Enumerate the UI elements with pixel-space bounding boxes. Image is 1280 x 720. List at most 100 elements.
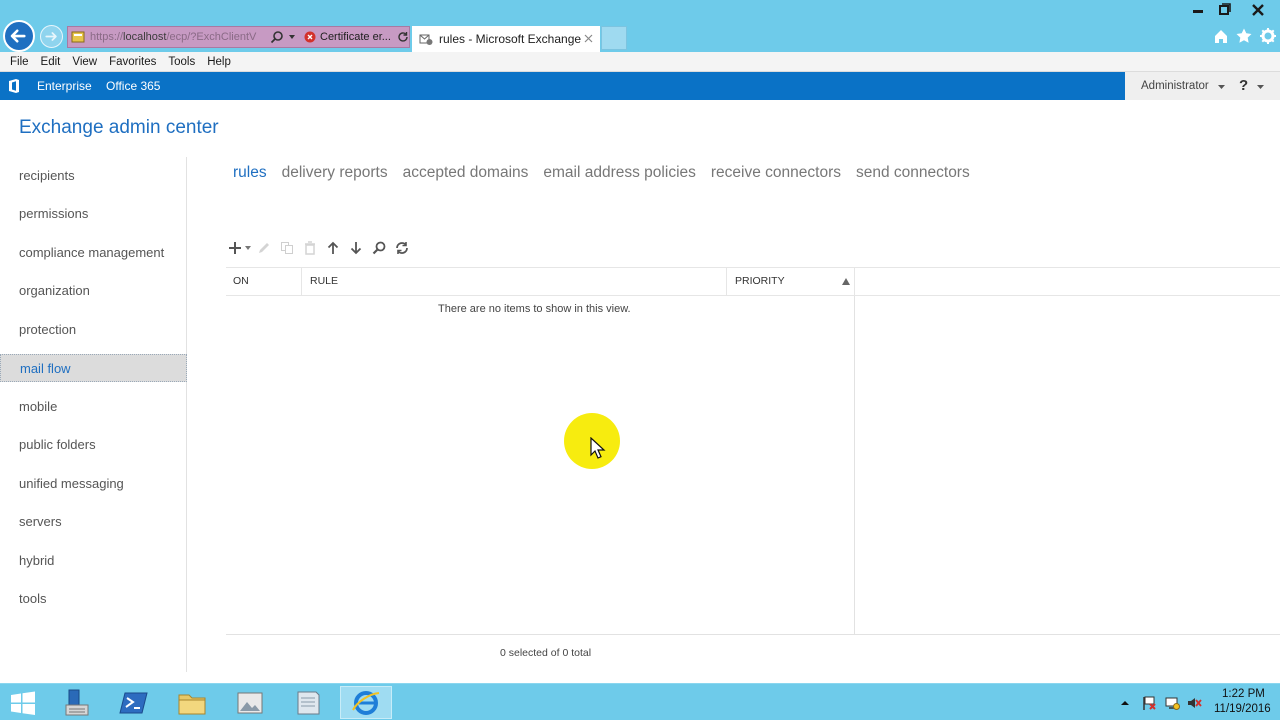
column-header-priority[interactable]: PRIORITY: [727, 268, 855, 295]
photos-icon: [237, 692, 263, 713]
tab-title: rules - Microsoft Exchange: [439, 32, 582, 46]
copy-button[interactable]: [275, 238, 298, 258]
taskbar-notepad[interactable]: [282, 686, 334, 719]
menu-edit[interactable]: Edit: [35, 52, 67, 72]
menu-tools[interactable]: Tools: [162, 52, 201, 72]
nav-item-tools[interactable]: tools: [0, 585, 187, 613]
restore-button[interactable]: [1210, 0, 1238, 20]
menu-view[interactable]: View: [66, 52, 103, 72]
column-header-on[interactable]: ON: [226, 268, 302, 295]
selection-status: 0 selected of 0 total: [500, 647, 592, 659]
column-header-rule[interactable]: RULE: [302, 268, 727, 295]
nav-item-organization[interactable]: organization: [0, 277, 187, 305]
browser-menubar: File Edit View Favorites Tools Help: [0, 52, 1280, 72]
delete-button[interactable]: [298, 238, 321, 258]
edit-button[interactable]: [252, 238, 275, 258]
office-logo-icon[interactable]: [6, 78, 22, 94]
forward-button[interactable]: [40, 25, 63, 48]
volume-muted-icon[interactable]: [1186, 695, 1202, 711]
chevron-down-icon[interactable]: [1256, 82, 1265, 91]
menu-favorites[interactable]: Favorites: [103, 52, 162, 72]
empty-state-message: There are no items to show in this view.: [438, 303, 631, 315]
grid-header: ON RULE PRIORITY: [226, 267, 1280, 296]
office-navbar: Enterprise Office 365 Administrator ?: [0, 72, 1280, 100]
details-pane-divider: [854, 296, 855, 635]
minimize-button[interactable]: [1184, 0, 1212, 20]
nav-item-mail-flow[interactable]: mail flow: [0, 354, 187, 382]
minimize-icon: [1193, 10, 1203, 13]
home-icon[interactable]: [1212, 27, 1230, 45]
rules-grid: ON RULE PRIORITY There are no items to s…: [226, 267, 1280, 635]
clock-date[interactable]: 11/19/2016: [1214, 703, 1271, 715]
nav-item-protection[interactable]: protection: [0, 316, 187, 344]
tab-accepted-domains[interactable]: accepted domains: [403, 164, 529, 182]
tab-receive-connectors[interactable]: receive connectors: [711, 164, 841, 182]
nav-item-mobile[interactable]: mobile: [0, 393, 187, 421]
tab-rules[interactable]: rules - Microsoft Exchange: [412, 26, 600, 52]
add-dropdown-button[interactable]: [244, 238, 252, 258]
nav-item-public-folders[interactable]: public folders: [0, 431, 187, 459]
gear-icon[interactable]: [1259, 27, 1277, 45]
windows-logo-icon: [11, 691, 35, 715]
user-name[interactable]: Administrator: [1141, 80, 1209, 92]
powershell-icon: [119, 692, 148, 713]
start-button[interactable]: [0, 686, 46, 719]
chevron-down-icon[interactable]: [1217, 82, 1226, 91]
taskbar-file-explorer[interactable]: [166, 686, 218, 719]
tab-email-address-policies[interactable]: email address policies: [543, 164, 696, 182]
certificate-error-label[interactable]: Certificate er...: [320, 31, 391, 43]
refresh-icon[interactable]: [397, 31, 409, 43]
edit-icon: [258, 243, 269, 253]
error-icon: [304, 31, 316, 43]
nav-item-compliance-management[interactable]: compliance management: [0, 239, 187, 267]
favorites-star-icon[interactable]: [1235, 27, 1253, 45]
nav-item-unified-messaging[interactable]: unified messaging: [0, 470, 187, 498]
move-down-button[interactable]: [344, 238, 367, 258]
search-icon: [372, 241, 385, 255]
address-url[interactable]: https://localhost/ecp/?ExchClientV: [90, 31, 266, 43]
search-icon[interactable]: [270, 30, 284, 44]
close-icon[interactable]: [583, 33, 594, 44]
address-bar[interactable]: https://localhost/ecp/?ExchClientV Certi…: [67, 26, 410, 48]
move-up-button[interactable]: [321, 238, 344, 258]
new-tab-button[interactable]: [601, 26, 627, 50]
nav-item-permissions[interactable]: permissions: [0, 200, 187, 228]
show-hidden-icons-icon[interactable]: [1120, 695, 1130, 711]
network-icon[interactable]: [1164, 695, 1180, 711]
chevron-down-icon[interactable]: [288, 33, 296, 41]
action-center-flag-icon[interactable]: [1141, 695, 1157, 711]
rules-toolbar: [226, 238, 413, 258]
refresh-button[interactable]: [390, 238, 413, 258]
menu-file[interactable]: File: [4, 52, 35, 72]
tab-send-connectors[interactable]: send connectors: [856, 164, 970, 182]
taskbar-server-manager[interactable]: [50, 686, 102, 719]
nav-item-servers[interactable]: servers: [0, 508, 187, 536]
taskbar-powershell[interactable]: [108, 686, 160, 719]
nav-item-recipients[interactable]: recipients: [0, 162, 187, 190]
user-menu[interactable]: Administrator ?: [1125, 72, 1280, 100]
taskbar-internet-explorer[interactable]: [340, 686, 392, 719]
nav-office365[interactable]: Office 365: [106, 79, 160, 93]
tab-rules[interactable]: rules: [233, 164, 267, 182]
windows-taskbar: 1:22 PM 11/19/2016: [0, 683, 1280, 720]
grid-bottom-border: [226, 634, 1280, 635]
move-up-icon: [327, 241, 338, 254]
window-close-button[interactable]: [1244, 0, 1272, 20]
tab-delivery-reports[interactable]: delivery reports: [282, 164, 388, 182]
back-button[interactable]: [3, 20, 35, 52]
forward-arrow-icon: [45, 32, 57, 41]
certificate-icon: [71, 31, 85, 43]
search-button[interactable]: [367, 238, 390, 258]
copy-icon: [280, 242, 293, 254]
delete-icon: [304, 241, 315, 255]
folder-icon: [178, 694, 206, 714]
page-title: Exchange admin center: [19, 117, 219, 138]
menu-help[interactable]: Help: [201, 52, 237, 72]
add-button[interactable]: [226, 238, 244, 258]
back-arrow-icon: [10, 29, 26, 43]
nav-item-hybrid[interactable]: hybrid: [0, 547, 187, 575]
clock-time[interactable]: 1:22 PM: [1222, 688, 1265, 700]
taskbar-photos[interactable]: [224, 686, 276, 719]
help-icon[interactable]: ?: [1239, 77, 1253, 95]
nav-enterprise[interactable]: Enterprise: [37, 79, 92, 93]
